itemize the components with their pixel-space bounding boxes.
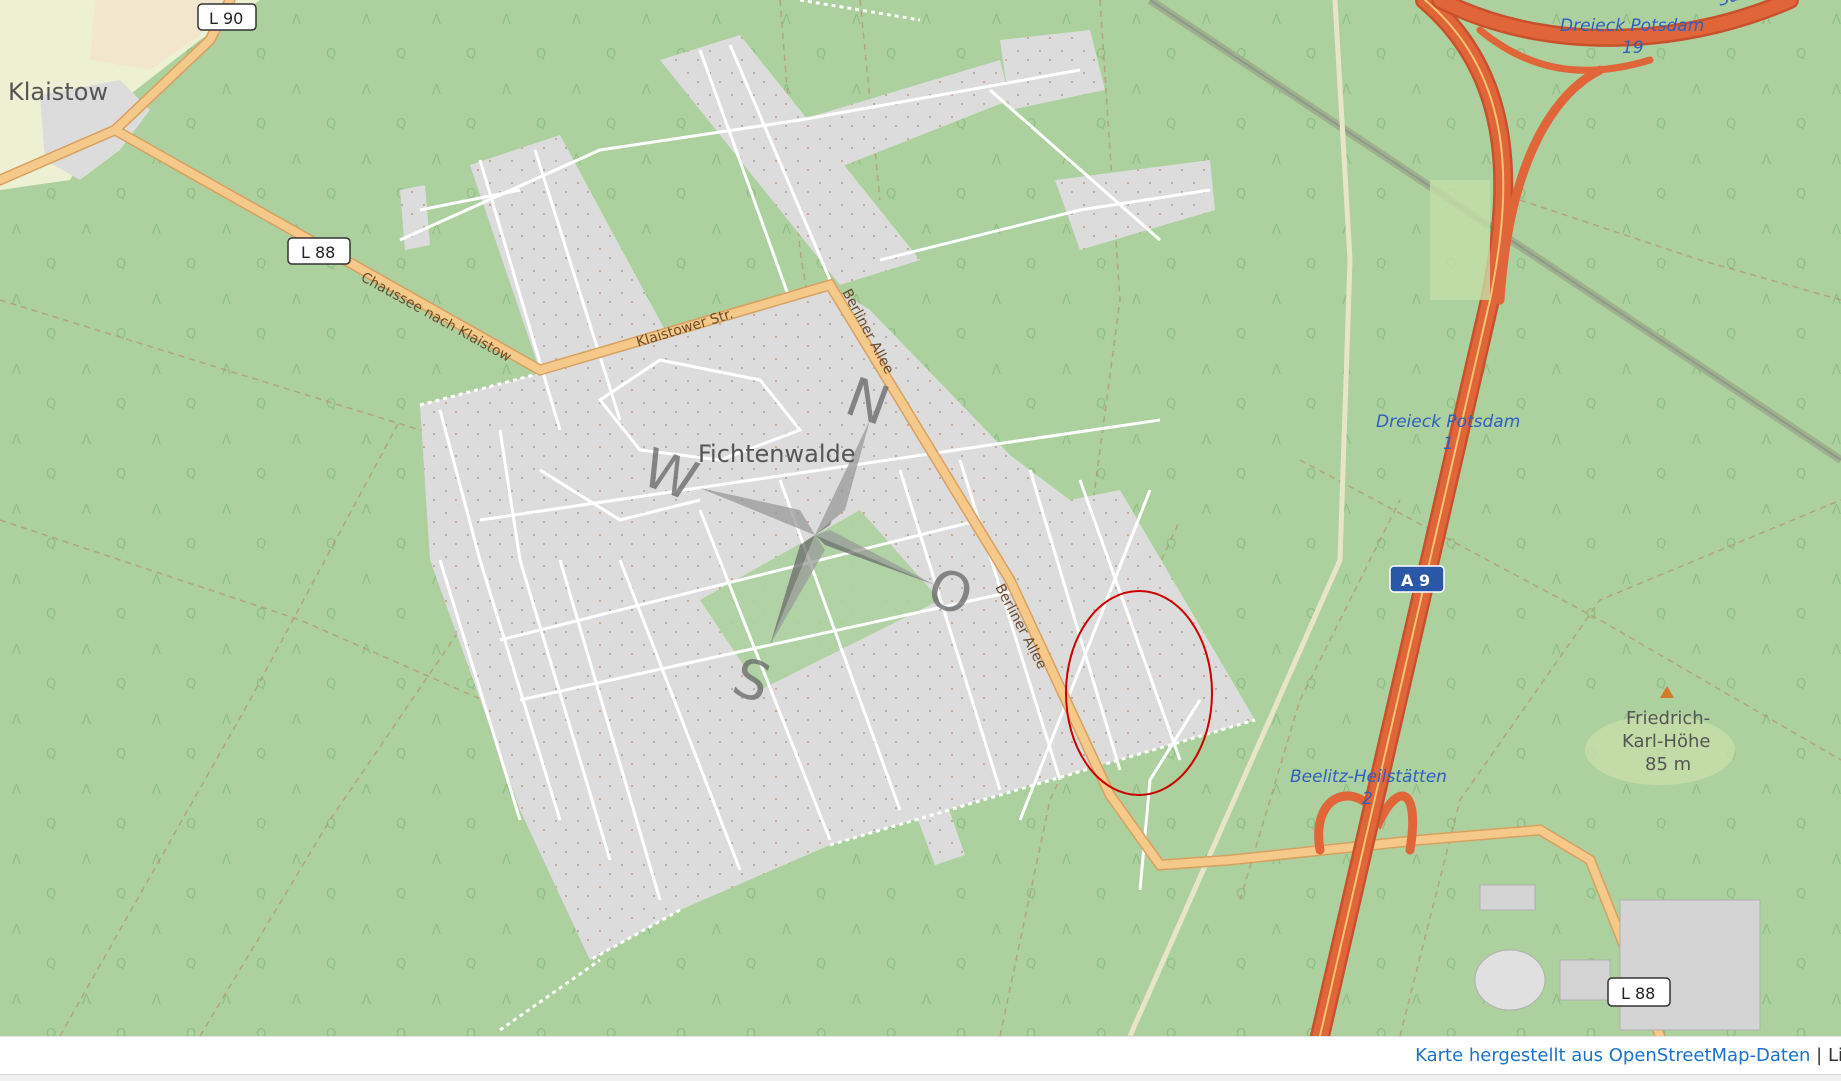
svg-text:L 88: L 88	[301, 243, 335, 262]
road-shield-l88-east: L 88	[1607, 977, 1671, 1007]
place-label-fichtenwalde: Fichtenwalde	[698, 440, 856, 468]
license-link[interactable]: Li	[1828, 1045, 1841, 1066]
attribution-bar: Karte hergestellt aus OpenStreetMap-Date…	[0, 1036, 1841, 1075]
junction-dreieck-1-name: Dreieck Potsdam	[1376, 412, 1520, 432]
peak-name-line2: Karl-Höhe	[1622, 731, 1710, 752]
road-shield-l88-west: L 88	[287, 237, 351, 265]
road-shield-l90: L 90	[197, 3, 257, 31]
svg-text:L 90: L 90	[209, 9, 243, 28]
junction-beelitz-number: 2	[1362, 789, 1373, 809]
place-label-klaistow: Klaistow	[8, 78, 108, 106]
peak-elevation: 85 m	[1645, 754, 1691, 775]
green-patch	[1430, 180, 1490, 300]
junction-beelitz-name: Beelitz-Heilstätten	[1290, 767, 1447, 787]
junction-dreieck-1-number: 1	[1443, 434, 1454, 454]
map-svg[interactable]: Λ Q	[0, 0, 1841, 1036]
attribution-separator: |	[1810, 1045, 1828, 1066]
svg-text:A 9: A 9	[1401, 571, 1430, 590]
junction-dreieck-19-number: 19	[1622, 38, 1644, 58]
junction-dreieck-19-name: Dreieck Potsdam	[1560, 16, 1704, 36]
osm-attribution-link[interactable]: Karte hergestellt aus OpenStreetMap-Date…	[1415, 1045, 1810, 1066]
svg-text:L 88: L 88	[1621, 984, 1655, 1003]
road-shield-a9: A 9	[1389, 565, 1445, 593]
peak-name-line1: Friedrich-	[1626, 708, 1710, 729]
map-canvas[interactable]: Λ Q	[0, 0, 1841, 1036]
